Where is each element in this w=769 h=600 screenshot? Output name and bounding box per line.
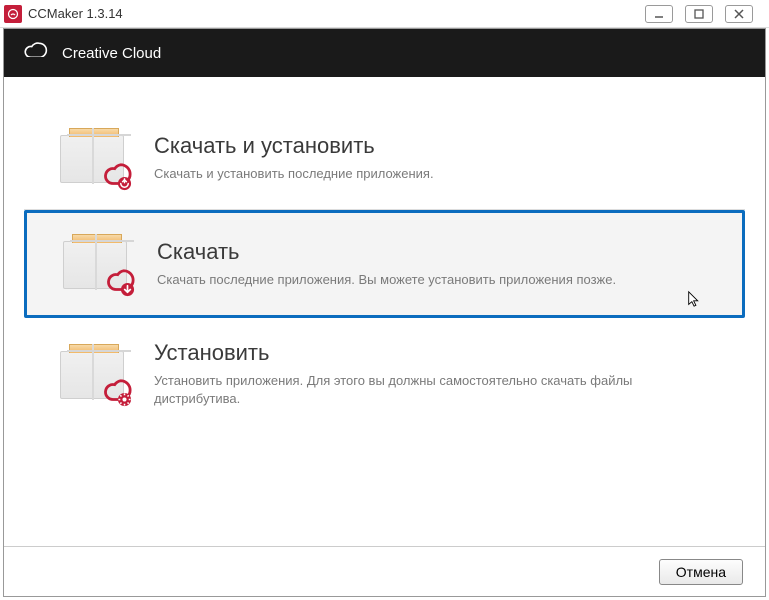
option-text: Установить Установить приложения. Для это… xyxy=(154,340,715,407)
option-title: Установить xyxy=(154,340,715,366)
window-title: CCMaker 1.3.14 xyxy=(28,6,645,21)
option-icon xyxy=(57,235,133,293)
option-title: Скачать xyxy=(157,239,712,265)
option-download[interactable]: Скачать Скачать последние приложения. Вы … xyxy=(24,210,745,318)
option-icon xyxy=(54,345,130,403)
option-download-install[interactable]: Скачать и установить Скачать и установить… xyxy=(24,107,745,210)
titlebar: CCMaker 1.3.14 xyxy=(0,0,769,28)
option-title: Скачать и установить xyxy=(154,133,715,159)
footer: Отмена xyxy=(4,546,765,596)
header: Creative Cloud xyxy=(4,29,765,77)
window-controls xyxy=(645,5,753,23)
app-icon xyxy=(4,5,22,23)
download-install-badge-icon xyxy=(102,161,132,191)
header-title: Creative Cloud xyxy=(62,45,161,62)
main: Скачать и установить Скачать и установить… xyxy=(4,77,765,546)
option-install[interactable]: Установить Установить приложения. Для это… xyxy=(24,318,745,429)
option-desc: Скачать и установить последние приложени… xyxy=(154,165,715,183)
option-text: Скачать Скачать последние приложения. Вы … xyxy=(157,239,712,289)
cancel-button[interactable]: Отмена xyxy=(659,559,743,585)
minimize-button[interactable] xyxy=(645,5,673,23)
close-button[interactable] xyxy=(725,5,753,23)
window-body: Creative Cloud Скачать и установитьСкача… xyxy=(3,28,766,597)
creative-cloud-icon xyxy=(22,40,48,66)
option-desc: Установить приложения. Для этого вы долж… xyxy=(154,372,715,407)
option-desc: Скачать последние приложения. Вы можете … xyxy=(157,271,712,289)
option-icon xyxy=(54,129,130,187)
option-text: Скачать и установить Скачать и установить… xyxy=(154,133,715,183)
download-badge-icon xyxy=(105,267,135,297)
install-badge-icon xyxy=(102,377,132,407)
maximize-button[interactable] xyxy=(685,5,713,23)
